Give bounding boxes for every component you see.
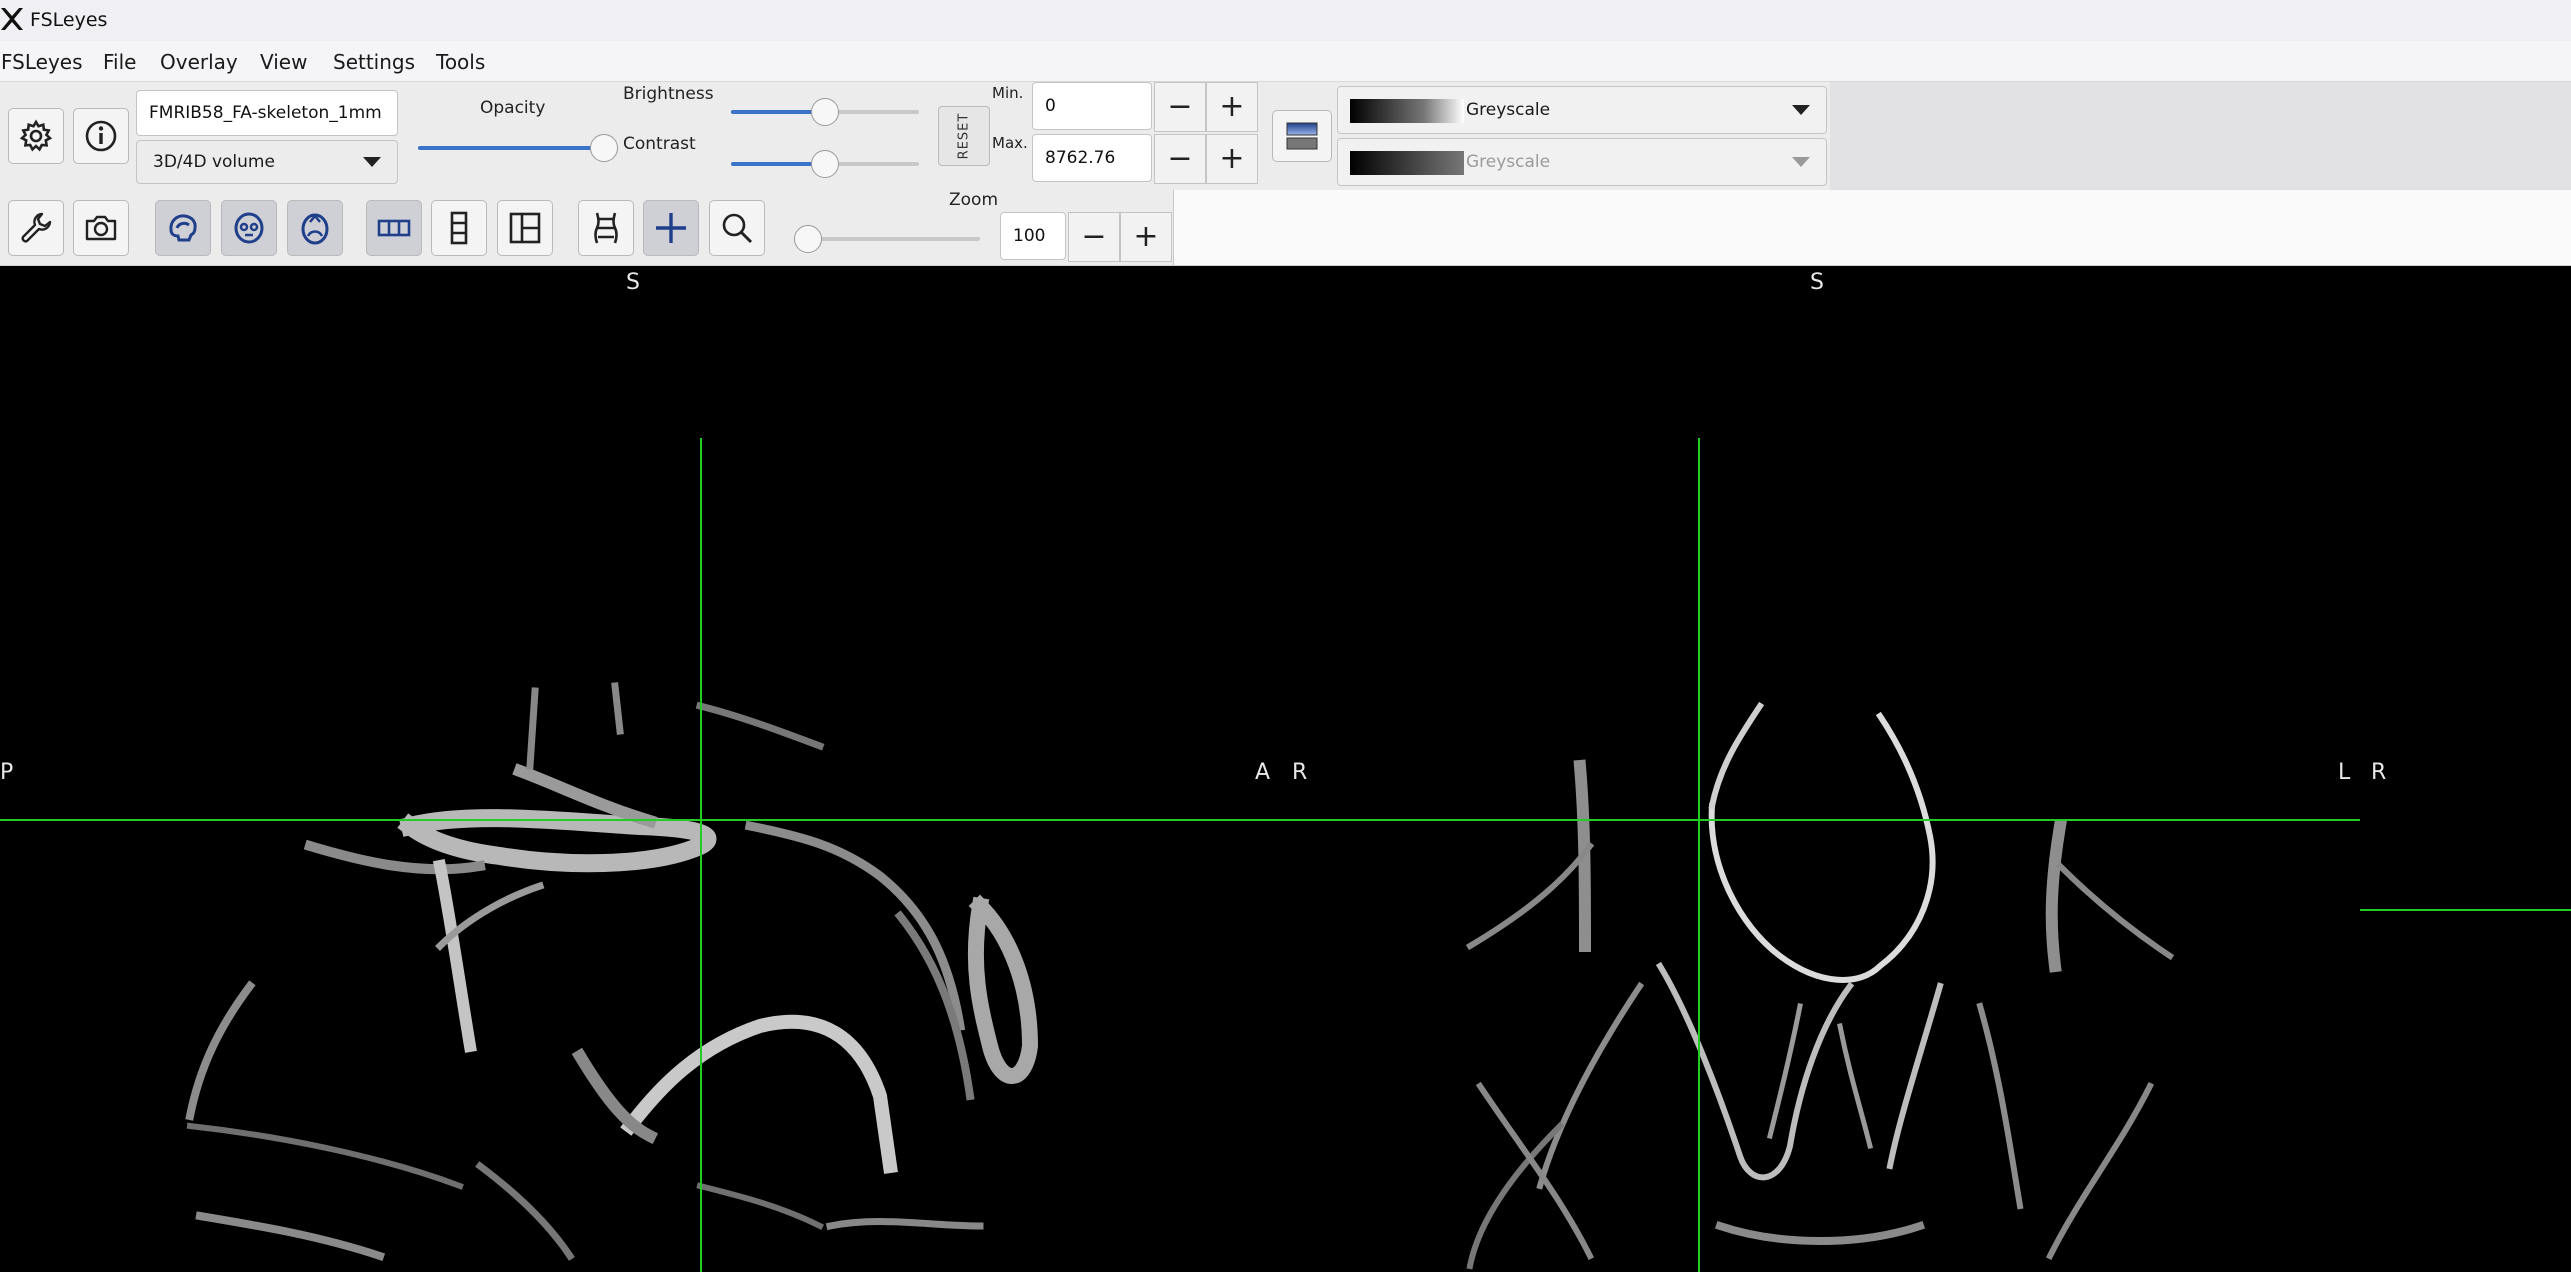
opacity-slider-handle[interactable] [590, 134, 618, 162]
overlay-name-field[interactable]: FMRIB58_FA-skeleton_1mm [136, 90, 398, 136]
window-title: FSLeyes [30, 9, 108, 31]
coronal-left-label: R [1292, 760, 1308, 785]
zoom-value-field[interactable]: 100 [1000, 212, 1066, 260]
info-icon [85, 120, 117, 152]
brightness-slider-handle[interactable] [811, 98, 839, 126]
film-strip-icon [594, 212, 618, 244]
axial-left-label: R [2371, 760, 2387, 785]
colormap-value: Greyscale [1466, 100, 1551, 120]
minus-icon: − [1167, 89, 1193, 124]
layout-grid-button[interactable] [497, 200, 553, 256]
cursor-crosshairs [0, 438, 2571, 1272]
menu-view[interactable]: View [260, 50, 307, 74]
zoom-mode-button[interactable] [709, 200, 765, 256]
toggle-coronal-button[interactable] [221, 200, 277, 256]
overlay-display-toolbar: FMRIB58_FA-skeleton_1mm 3D/4D volume Opa… [0, 82, 2571, 191]
coronal-top-label: S [1810, 270, 1824, 295]
sagittal-top-label: S [626, 270, 640, 295]
negative-colormap-value: Greyscale [1466, 152, 1551, 172]
layout-horizontal-button[interactable] [366, 200, 422, 256]
negative-colormap-select[interactable]: Greyscale [1337, 138, 1827, 186]
brightness-slider[interactable] [731, 98, 919, 126]
minus-icon: − [1167, 141, 1193, 176]
colorbar-toggle-button[interactable] [1272, 110, 1332, 162]
min-increment-button[interactable]: + [1206, 82, 1258, 132]
magnifier-icon [722, 213, 753, 244]
max-label: Max. [992, 134, 1028, 152]
reset-label: RESET [956, 112, 972, 160]
ortho-view-canvas[interactable]: S P A S R L R [0, 266, 2571, 1272]
toggle-sagittal-button[interactable] [155, 200, 211, 256]
view-settings-button[interactable] [8, 200, 64, 256]
contrast-slider[interactable] [731, 150, 919, 178]
opacity-label: Opacity [480, 98, 546, 118]
colormap-select[interactable]: Greyscale [1337, 86, 1827, 134]
screenshot-button[interactable] [73, 200, 129, 256]
sagittal-left-label: P [0, 760, 14, 785]
layout-grid-icon [509, 212, 541, 244]
menu-tools[interactable]: Tools [436, 50, 485, 74]
camera-icon [85, 215, 117, 241]
max-decrement-button[interactable]: − [1154, 134, 1206, 184]
colormap-preview [1350, 99, 1464, 123]
overlay-type-value: 3D/4D volume [153, 152, 275, 172]
min-label: Min. [992, 84, 1024, 102]
layout-vertical-button[interactable] [431, 200, 487, 256]
sagittal-right-label: A [1255, 760, 1271, 785]
movie-mode-button[interactable] [578, 200, 634, 256]
brain-slices[interactable] [0, 266, 2571, 1272]
overlay-type-select[interactable]: 3D/4D volume [136, 140, 398, 184]
min-value-field[interactable]: 0 [1032, 82, 1152, 130]
contrast-label: Contrast [623, 134, 696, 154]
colorbar-icon [1286, 122, 1318, 150]
sagittal-slice [185, 682, 1039, 1262]
min-decrement-button[interactable]: − [1154, 82, 1206, 132]
chevron-down-icon [1792, 105, 1810, 115]
zoom-slider[interactable] [794, 225, 980, 253]
plus-icon: + [1219, 141, 1245, 176]
menu-overlay[interactable]: Overlay [160, 50, 238, 74]
layout-horizontal-icon [377, 219, 411, 237]
sagittal-head-icon [169, 214, 197, 242]
opacity-slider-fill [418, 146, 604, 150]
brightness-label: Brightness [623, 84, 714, 104]
coronal-head-icon [234, 212, 264, 244]
coronal-slice [1465, 701, 2175, 1270]
opacity-slider[interactable] [418, 134, 618, 162]
layout-vertical-icon [450, 211, 468, 245]
zoom-slider-handle[interactable] [794, 225, 822, 253]
x-app-icon [1, 8, 23, 30]
crosshair-plus-icon [656, 213, 686, 243]
negative-colormap-preview [1350, 151, 1464, 175]
coronal-right-label: L [2338, 760, 2351, 785]
reset-display-button[interactable]: RESET [938, 106, 990, 166]
axial-head-icon [301, 213, 329, 245]
plus-icon: + [1219, 89, 1245, 124]
gear-icon [19, 119, 53, 152]
max-value-field[interactable]: 8762.76 [1032, 134, 1152, 182]
menu-fsleyes[interactable]: FSLeyes [1, 50, 83, 74]
menu-settings[interactable]: Settings [333, 50, 415, 74]
title-bar: FSLeyes [0, 0, 2571, 41]
chevron-down-icon [363, 157, 381, 167]
chevron-down-icon [1792, 157, 1810, 167]
menu-file[interactable]: File [103, 50, 136, 74]
plus-icon: + [1133, 219, 1159, 254]
overlay-settings-button[interactable] [8, 108, 64, 164]
overlay-info-button[interactable] [73, 108, 129, 164]
minus-icon: − [1081, 219, 1107, 254]
zoom-label: Zoom [949, 190, 999, 210]
zoom-decrement-button[interactable]: − [1068, 212, 1120, 262]
menu-bar: FSLeyes File Overlay View Settings Tools [0, 41, 2571, 82]
zoom-increment-button[interactable]: + [1120, 212, 1172, 262]
ortho-toolbar: Zoom 100 − + [0, 190, 2571, 266]
max-increment-button[interactable]: + [1206, 134, 1258, 184]
wrench-icon [21, 212, 52, 243]
toggle-cursor-button[interactable] [643, 200, 699, 256]
toggle-axial-button[interactable] [287, 200, 343, 256]
contrast-slider-handle[interactable] [811, 150, 839, 178]
